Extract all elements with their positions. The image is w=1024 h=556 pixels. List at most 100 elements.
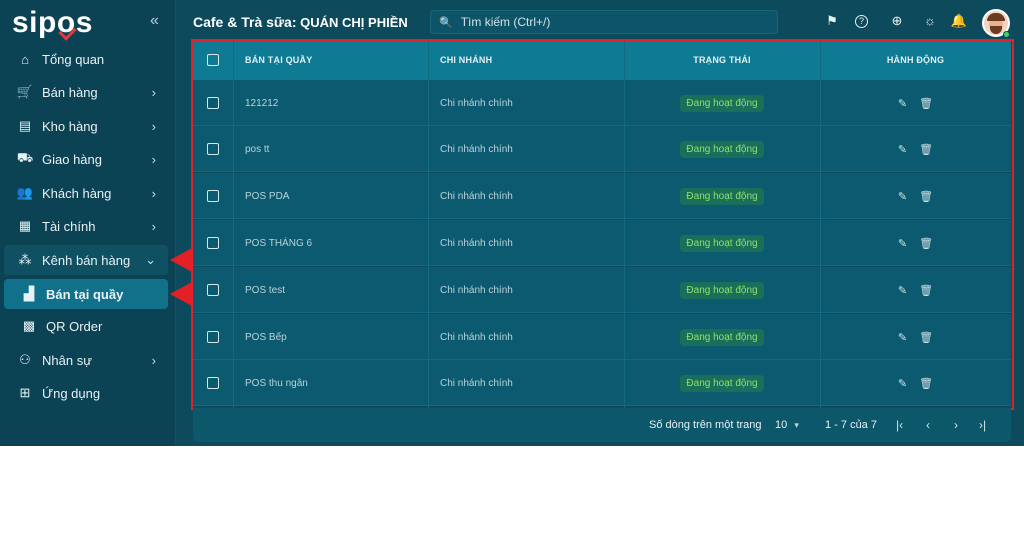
branch-name: Chi nhánh chính — [440, 237, 513, 249]
sidebar-item-inventory[interactable]: ▤ Kho hàng › — [4, 111, 168, 141]
branch-name: Chi nhánh chính — [440, 190, 513, 202]
counter-name[interactable]: 121212 — [245, 80, 278, 126]
chevron-right-icon: › — [151, 84, 156, 100]
row-checkbox-cell — [207, 314, 219, 360]
store-name: QUÁN CHỊ PHIỀN — [300, 15, 408, 30]
sidebar-item-customers[interactable]: 👥 Khách hàng › — [4, 178, 168, 208]
chevron-right-icon: › — [151, 352, 156, 368]
status-badge: Đang hoạt động — [680, 328, 764, 346]
table-row: 121212 Chi nhánh chính Đang hoạt động ✎ … — [193, 80, 1011, 126]
status-cell: Đang hoạt động — [624, 314, 820, 360]
avatar-hair — [987, 13, 1005, 21]
people-icon: 👥 — [16, 185, 34, 200]
actions-cell: ✎ 🗑 — [820, 220, 1011, 266]
row-checkbox[interactable] — [207, 237, 219, 249]
sidebar-item-label: Giao hàng — [42, 151, 102, 167]
annotation-arrow-head — [170, 282, 192, 306]
sidebar-item-label: Khách hàng — [42, 185, 112, 201]
online-status-dot — [1003, 31, 1010, 38]
sidebar-item-counter-sales[interactable]: ▟ Bán tại quầy — [4, 279, 168, 309]
sidebar-item-staff[interactable]: ⚇ Nhân sự › — [4, 345, 168, 375]
page-title: Cafe & Trà sữa: QUÁN CHỊ PHIỀN — [193, 14, 408, 30]
collapse-sidebar-icon[interactable]: « — [150, 12, 159, 30]
actions-cell: ✎ 🗑 — [820, 126, 1011, 172]
row-checkbox[interactable] — [207, 97, 219, 109]
top-bar: Cafe & Trà sữa: QUÁN CHỊ PHIỀN 🔍 Tìm kiế… — [176, 0, 1024, 44]
actions-cell: ✎ 🗑 — [820, 80, 1011, 126]
select-all-checkbox[interactable] — [207, 54, 219, 66]
column-divider — [233, 40, 234, 408]
sidebar: si p o s « ⌂ Tổng quan 🛒 Bán hàng › ▤ Kho h… — [0, 0, 176, 446]
delete-icon[interactable]: 🗑 — [919, 190, 933, 203]
column-divider — [624, 40, 625, 408]
counter-name[interactable]: POS THÁNG 6 — [245, 220, 312, 266]
logo-text-p: p — [38, 6, 57, 39]
sidebar-item-delivery[interactable]: ⛟ Giao hàng › — [4, 144, 168, 174]
counter-name[interactable]: POS PDA — [245, 173, 289, 219]
logo[interactable]: si p o s — [12, 6, 93, 40]
actions-cell: ✎ 🗑 — [820, 360, 1011, 406]
column-header-status[interactable]: TRẠNG THÁI — [624, 40, 820, 80]
actions-cell: ✎ 🗑 — [820, 267, 1011, 313]
edit-icon[interactable]: ✎ — [898, 97, 907, 110]
chevron-right-icon: › — [151, 185, 156, 201]
sidebar-item-label: Bán tại quầy — [46, 286, 124, 302]
sidebar-item-finance[interactable]: ▦ Tài chính › — [4, 211, 168, 241]
counter-name[interactable]: pos tt — [245, 126, 269, 172]
delete-icon[interactable]: 🗑 — [919, 331, 933, 344]
signpost-icon[interactable]: ⚑ — [823, 13, 841, 31]
status-badge: Đang hoạt động — [680, 374, 764, 392]
bell-icon[interactable]: 🔔 — [950, 13, 968, 31]
sidebar-item-apps[interactable]: ⊞ Ứng dụng — [4, 378, 168, 408]
edit-icon[interactable]: ✎ — [898, 190, 907, 203]
delete-icon[interactable]: 🗑 — [919, 97, 933, 110]
branch-name: Chi nhánh chính — [440, 284, 513, 296]
sidebar-item-sales[interactable]: 🛒 Bán hàng › — [4, 77, 168, 107]
table-row: POS Bếp Chi nhánh chính Đang hoạt động ✎… — [193, 314, 1011, 360]
search-input[interactable]: 🔍 Tìm kiếm (Ctrl+/) — [430, 10, 778, 34]
delete-icon[interactable]: 🗑 — [919, 237, 933, 250]
sidebar-item-label: QR Order — [46, 318, 103, 334]
actions-cell: ✎ 🗑 — [820, 314, 1011, 360]
theme-icon[interactable]: ☼ — [921, 13, 939, 31]
sidebar-item-qr-order[interactable]: ▩ QR Order — [4, 311, 168, 341]
row-checkbox[interactable] — [207, 190, 219, 202]
row-checkbox[interactable] — [207, 143, 219, 155]
last-page-icon[interactable]: ›| — [979, 418, 986, 432]
column-divider — [428, 40, 429, 408]
next-page-icon[interactable]: › — [954, 418, 958, 432]
help-icon[interactable]: ? — [855, 15, 868, 28]
row-checkbox[interactable] — [207, 284, 219, 296]
edit-icon[interactable]: ✎ — [898, 143, 907, 156]
delete-icon[interactable]: 🗑 — [919, 284, 933, 297]
rows-per-page-select[interactable]: 10 ▾ — [775, 419, 799, 431]
edit-icon[interactable]: ✎ — [898, 284, 907, 297]
row-checkbox[interactable] — [207, 377, 219, 389]
inventory-icon: ▤ — [18, 118, 32, 133]
counter-name[interactable]: POS Bếp — [245, 314, 287, 360]
previous-page-icon[interactable]: ‹ — [926, 418, 930, 432]
row-checkbox[interactable] — [207, 331, 219, 343]
counter-name[interactable]: POS thu ngân — [245, 360, 308, 406]
edit-icon[interactable]: ✎ — [898, 377, 907, 390]
logo-text-start: si — [12, 6, 39, 39]
globe-icon[interactable]: ⊕ — [888, 13, 906, 31]
edit-icon[interactable]: ✎ — [898, 237, 907, 250]
first-page-icon[interactable]: |‹ — [896, 418, 903, 432]
sidebar-item-sales-channels[interactable]: ⁂ Kênh bán hàng ⌄ — [4, 245, 168, 275]
table-row: POS test Chi nhánh chính Đang hoạt động … — [193, 267, 1011, 313]
counter-icon: ▟ — [24, 286, 34, 301]
delete-icon[interactable]: 🗑 — [919, 377, 933, 390]
logo-text-end: s — [75, 6, 93, 39]
delete-icon[interactable]: 🗑 — [919, 143, 933, 156]
sidebar-item-overview[interactable]: ⌂ Tổng quan — [4, 44, 168, 74]
truck-icon: ⛟ — [16, 150, 34, 165]
column-header-actions: HÀNH ĐỘNG — [886, 55, 945, 65]
status-cell: Đang hoạt động — [624, 220, 820, 266]
dropdown-icon: ▾ — [794, 420, 799, 430]
column-header-branch[interactable]: CHI NHÁNH — [440, 40, 492, 80]
status-cell: Đang hoạt động — [624, 80, 820, 126]
edit-icon[interactable]: ✎ — [898, 331, 907, 344]
column-header-counter[interactable]: BÁN TẠI QUẦY — [245, 40, 312, 80]
counter-name[interactable]: POS test — [245, 267, 285, 313]
